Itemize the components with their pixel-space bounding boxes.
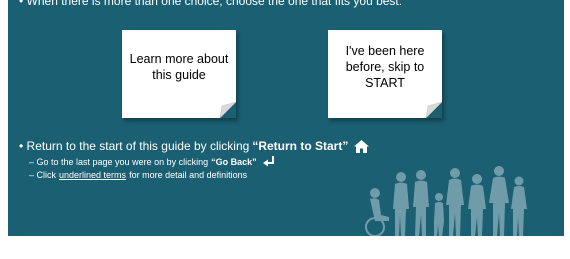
go-back-text: – Go to the last page you were on by cli… [29, 156, 209, 167]
underlined-terms-prefix: – Click [29, 170, 57, 180]
learn-more-note-button[interactable]: Learn more about this guide [122, 30, 236, 118]
skip-to-start-note-label: I've been here before, skip to START [345, 44, 425, 90]
guide-slide: • When there is more than one choice, ch… [8, 0, 564, 236]
page-curl-icon [426, 102, 442, 118]
return-arrow-icon[interactable] [262, 156, 275, 167]
underlined-terms-link[interactable]: underlined terms [59, 170, 126, 180]
return-to-start-text: • Return to the start of this guide by c… [19, 139, 250, 153]
return-to-start-term: “Return to Start” [252, 139, 349, 153]
underlined-terms-suffix: for more detail and definitions [129, 170, 248, 180]
go-back-bullet: – Go to the last page you were on by cli… [29, 156, 369, 167]
people-silhouettes-illustration [365, 166, 527, 236]
instructions-list: • Return to the start of this guide by c… [19, 139, 370, 180]
underlined-terms-bullet: – Click underlined terms for more detail… [29, 170, 369, 180]
skip-to-start-note-button[interactable]: I've been here before, skip to START [328, 30, 442, 118]
top-instruction: • When there is more than one choice, ch… [19, 0, 403, 8]
page-curl-icon [220, 102, 236, 118]
return-to-start-bullet: • Return to the start of this guide by c… [19, 139, 370, 153]
go-back-term: “Go Back” [211, 156, 257, 167]
learn-more-note-label: Learn more about this guide [129, 52, 229, 82]
